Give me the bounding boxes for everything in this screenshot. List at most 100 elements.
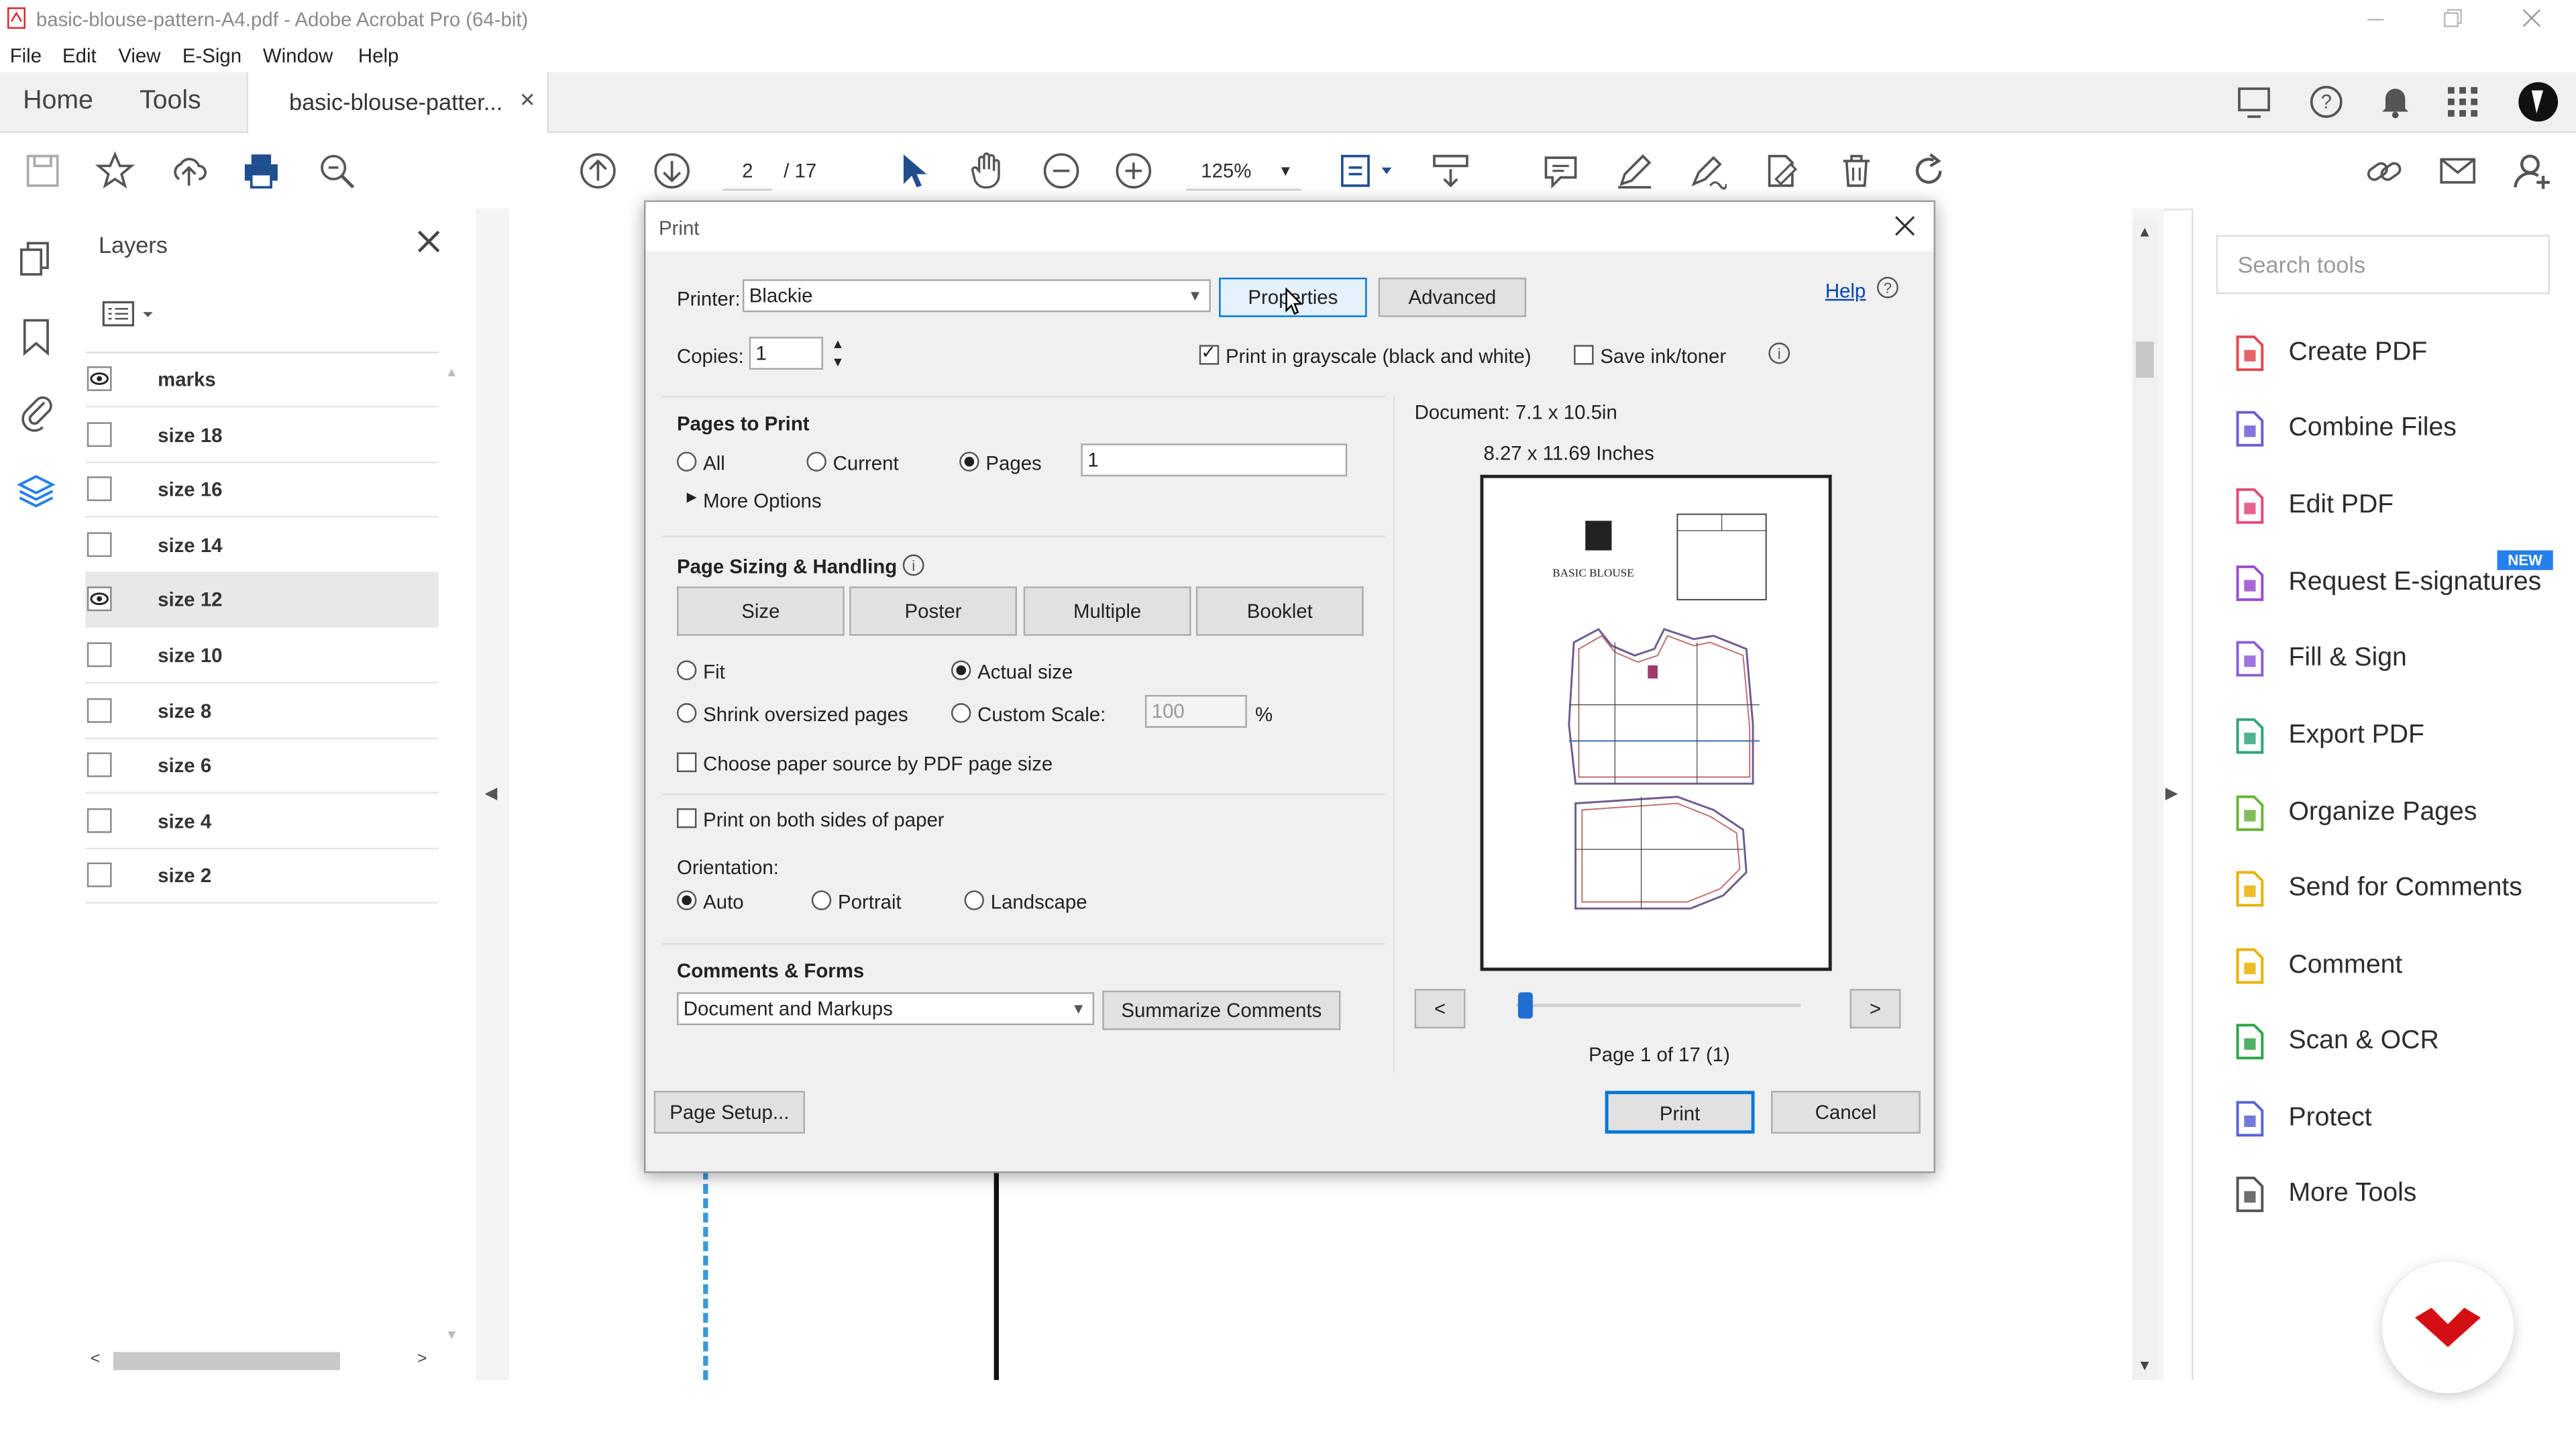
both-sides-checkbox[interactable] xyxy=(676,808,697,828)
search-zoom-icon[interactable] xyxy=(317,151,357,191)
bookmark-star-icon[interactable] xyxy=(95,151,135,191)
orientation-landscape-radio[interactable] xyxy=(964,890,984,910)
custom-scale-input[interactable]: 100 xyxy=(1144,694,1247,728)
more-options-link[interactable]: More Options xyxy=(703,490,821,513)
floating-logo-button[interactable] xyxy=(2382,1261,2514,1393)
upload-cloud-icon[interactable] xyxy=(169,151,209,191)
restore-icon[interactable] xyxy=(2443,8,2463,28)
multiple-tab-button[interactable]: Multiple xyxy=(1023,586,1191,636)
advanced-button[interactable]: Advanced xyxy=(1378,277,1527,317)
layer-row[interactable]: size 4 xyxy=(85,793,439,849)
preview-next-button[interactable]: > xyxy=(1849,989,1901,1029)
preview-prev-button[interactable]: < xyxy=(1414,989,1466,1029)
pages-range-radio[interactable] xyxy=(959,451,979,472)
menu-file[interactable]: File xyxy=(10,44,42,67)
delete-trash-icon[interactable] xyxy=(1837,151,1876,191)
orientation-portrait-radio[interactable] xyxy=(811,890,832,910)
close-window-icon[interactable] xyxy=(2522,8,2541,28)
printer-select[interactable]: Blackie ▼ xyxy=(742,279,1211,313)
layer-visibility-toggle[interactable] xyxy=(87,753,112,777)
sign-pen-icon[interactable] xyxy=(1687,151,1727,191)
layers-horizontal-scrollbar[interactable]: < > xyxy=(85,1350,439,1373)
scroll-left-icon[interactable]: < xyxy=(91,1350,100,1368)
layer-visibility-toggle[interactable] xyxy=(87,642,112,667)
layer-row[interactable]: size 12 xyxy=(85,572,439,629)
fit-radio[interactable] xyxy=(676,660,697,680)
preview-slider-track[interactable] xyxy=(1516,1004,1801,1008)
layer-visibility-toggle[interactable] xyxy=(87,863,112,888)
actual-size-radio[interactable] xyxy=(951,660,971,680)
tab-document[interactable]: basic-blouse-patter... ✕ xyxy=(246,72,549,133)
layer-row[interactable]: size 16 xyxy=(85,462,439,518)
layer-visibility-toggle[interactable] xyxy=(87,476,112,502)
help-circle-icon[interactable]: ? xyxy=(1876,276,1899,299)
orientation-auto-radio[interactable] xyxy=(676,890,697,910)
layer-row[interactable]: size 6 xyxy=(85,738,439,794)
layer-row[interactable]: size 2 xyxy=(85,849,439,904)
comments-forms-select[interactable]: Document and Markups ▼ xyxy=(676,992,1095,1026)
paper-source-checkbox[interactable] xyxy=(676,752,697,773)
hand-tool-icon[interactable] xyxy=(967,151,1007,191)
next-page-icon[interactable] xyxy=(652,151,692,191)
copies-input[interactable]: 1 xyxy=(749,337,823,370)
cancel-button[interactable]: Cancel xyxy=(1771,1091,1921,1134)
size-tab-button[interactable]: Size xyxy=(676,586,845,636)
layers-options-icon[interactable] xyxy=(102,299,158,329)
zoom-out-icon[interactable] xyxy=(1042,151,1081,191)
pages-range-input[interactable]: 1 xyxy=(1081,443,1348,477)
menu-help[interactable]: Help xyxy=(358,44,398,67)
highlight-pen-icon[interactable] xyxy=(1615,151,1654,191)
layer-visibility-toggle[interactable] xyxy=(87,366,112,391)
custom-scale-radio[interactable] xyxy=(951,703,971,723)
previous-page-icon[interactable] xyxy=(578,151,618,191)
help-link[interactable]: Help xyxy=(1825,279,1866,302)
increment-icon[interactable]: ▲ xyxy=(831,337,844,352)
close-tab-icon[interactable]: ✕ xyxy=(519,89,536,111)
close-dialog-icon[interactable] xyxy=(1894,215,1916,237)
menu-esign[interactable]: E-Sign xyxy=(182,44,241,67)
print-button[interactable]: Print xyxy=(1605,1091,1755,1134)
search-tools-input[interactable]: Search tools xyxy=(2216,235,2550,294)
copies-stepper[interactable]: ▲ ▼ xyxy=(826,337,851,373)
tab-home[interactable]: Home xyxy=(23,87,93,117)
poster-tab-button[interactable]: Poster xyxy=(849,586,1017,636)
layers-icon[interactable] xyxy=(16,472,56,511)
doc-scroll-thumb[interactable] xyxy=(2135,341,2154,378)
edit-document-icon[interactable] xyxy=(1761,151,1801,191)
menu-edit[interactable]: Edit xyxy=(62,44,97,67)
rotate-icon[interactable] xyxy=(1909,151,1949,191)
share-screen-icon[interactable] xyxy=(2238,85,2274,118)
summarize-comments-button[interactable]: Summarize Comments xyxy=(1102,990,1341,1030)
attachments-icon[interactable] xyxy=(18,392,54,432)
layer-row[interactable]: marks xyxy=(85,352,439,408)
email-icon[interactable] xyxy=(2438,151,2477,191)
page-number-input[interactable]: 2 xyxy=(722,153,773,191)
menu-view[interactable]: View xyxy=(118,44,160,67)
layer-visibility-toggle[interactable] xyxy=(87,808,112,833)
select-arrow-icon[interactable] xyxy=(894,151,933,191)
doc-scroll-down-icon[interactable]: ▼ xyxy=(2137,1357,2152,1373)
comment-toolbar-icon[interactable] xyxy=(1541,151,1580,191)
info-icon[interactable]: i xyxy=(1768,341,1790,364)
doc-scroll-up-icon[interactable]: ▲ xyxy=(2137,223,2152,239)
scroll-down-icon[interactable]: ▼ xyxy=(445,1328,458,1342)
layer-visibility-toggle[interactable] xyxy=(87,421,112,447)
fit-page-icon[interactable] xyxy=(1337,151,1396,191)
pages-current-radio[interactable] xyxy=(806,451,826,472)
save-ink-checkbox[interactable] xyxy=(1574,345,1594,365)
expand-right-panel-icon[interactable]: ▶ xyxy=(2165,786,2178,804)
save-icon[interactable] xyxy=(23,151,62,191)
add-user-icon[interactable] xyxy=(2512,151,2552,191)
layer-visibility-toggle[interactable] xyxy=(87,587,112,612)
zoom-in-icon[interactable] xyxy=(1114,151,1153,191)
help-icon[interactable]: ? xyxy=(2308,84,2345,120)
layer-visibility-toggle[interactable] xyxy=(87,531,112,557)
scroll-mode-icon[interactable] xyxy=(1431,151,1470,191)
account-avatar[interactable] xyxy=(2517,80,2560,123)
layer-row[interactable]: size 8 xyxy=(85,683,439,739)
document-vertical-scrollbar[interactable]: ▲ ▼ xyxy=(2132,220,2157,1381)
link-share-icon[interactable] xyxy=(2364,151,2404,191)
booklet-tab-button[interactable]: Booklet xyxy=(1195,586,1364,636)
expand-triangle-icon[interactable]: ▶ xyxy=(687,490,697,504)
page-thumbnails-icon[interactable] xyxy=(18,240,54,280)
